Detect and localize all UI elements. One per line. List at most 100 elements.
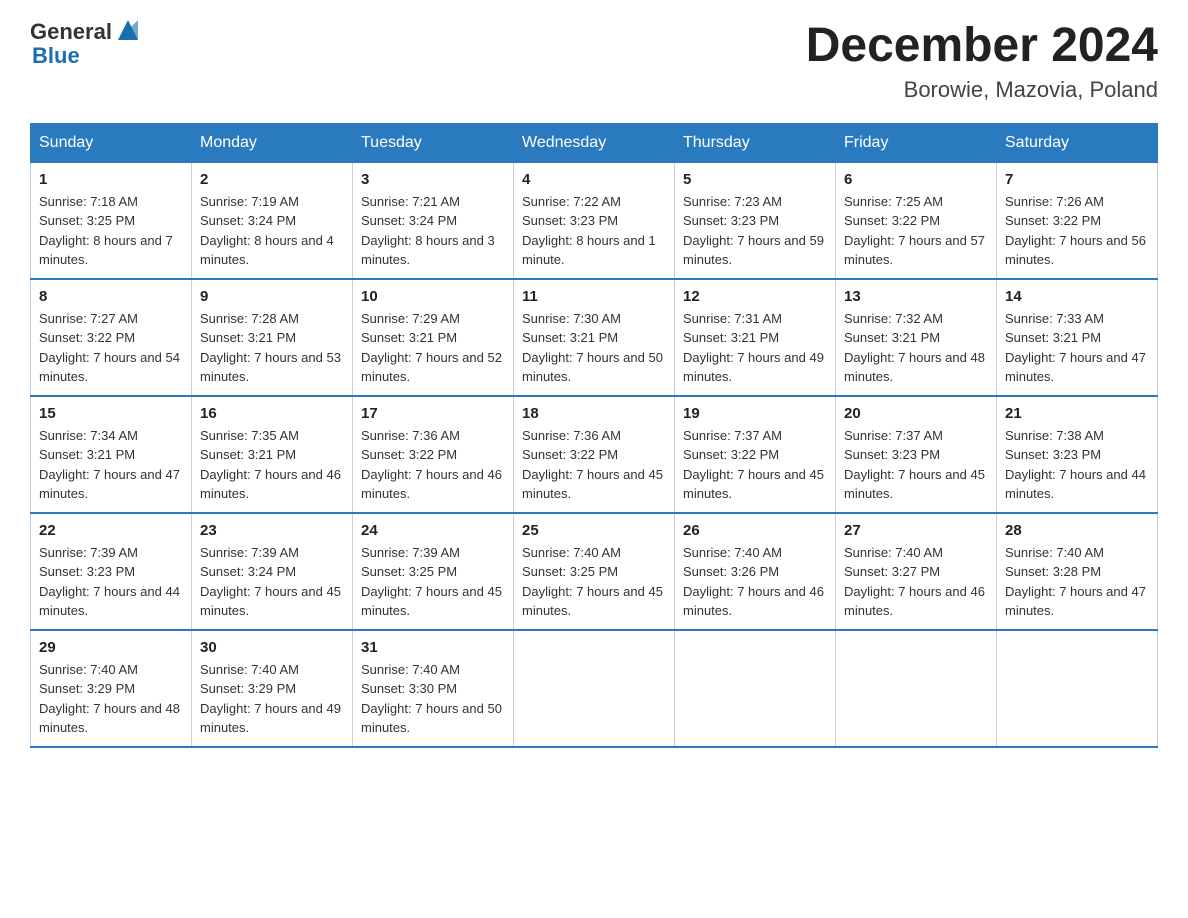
day-number: 12 [683, 288, 827, 305]
day-info: Sunrise: 7:39 AMSunset: 3:24 PMDaylight:… [200, 545, 341, 619]
table-row: 11 Sunrise: 7:30 AMSunset: 3:21 PMDaylig… [514, 279, 675, 396]
logo-text: General Blue [30, 20, 142, 68]
day-info: Sunrise: 7:26 AMSunset: 3:22 PMDaylight:… [1005, 194, 1146, 268]
day-number: 7 [1005, 171, 1149, 188]
table-row: 25 Sunrise: 7:40 AMSunset: 3:25 PMDaylig… [514, 513, 675, 630]
month-title: December 2024 [806, 20, 1158, 73]
day-number: 1 [39, 171, 183, 188]
table-row: 16 Sunrise: 7:35 AMSunset: 3:21 PMDaylig… [192, 396, 353, 513]
table-row: 29 Sunrise: 7:40 AMSunset: 3:29 PMDaylig… [31, 630, 192, 747]
day-info: Sunrise: 7:22 AMSunset: 3:23 PMDaylight:… [522, 194, 656, 268]
day-info: Sunrise: 7:30 AMSunset: 3:21 PMDaylight:… [522, 311, 663, 385]
day-number: 3 [361, 171, 505, 188]
table-row: 10 Sunrise: 7:29 AMSunset: 3:21 PMDaylig… [353, 279, 514, 396]
table-row [514, 630, 675, 747]
day-info: Sunrise: 7:31 AMSunset: 3:21 PMDaylight:… [683, 311, 824, 385]
day-number: 23 [200, 522, 344, 539]
day-info: Sunrise: 7:40 AMSunset: 3:28 PMDaylight:… [1005, 545, 1146, 619]
calendar-week-row: 15 Sunrise: 7:34 AMSunset: 3:21 PMDaylig… [31, 396, 1158, 513]
table-row: 4 Sunrise: 7:22 AMSunset: 3:23 PMDayligh… [514, 162, 675, 279]
day-info: Sunrise: 7:40 AMSunset: 3:25 PMDaylight:… [522, 545, 663, 619]
table-row: 13 Sunrise: 7:32 AMSunset: 3:21 PMDaylig… [836, 279, 997, 396]
page-header: General Blue December 2024 Borowie, Mazo… [30, 20, 1158, 103]
day-info: Sunrise: 7:33 AMSunset: 3:21 PMDaylight:… [1005, 311, 1146, 385]
day-number: 20 [844, 405, 988, 422]
day-info: Sunrise: 7:40 AMSunset: 3:30 PMDaylight:… [361, 662, 502, 736]
day-info: Sunrise: 7:29 AMSunset: 3:21 PMDaylight:… [361, 311, 502, 385]
day-info: Sunrise: 7:27 AMSunset: 3:22 PMDaylight:… [39, 311, 180, 385]
day-number: 4 [522, 171, 666, 188]
day-number: 30 [200, 639, 344, 656]
table-row: 24 Sunrise: 7:39 AMSunset: 3:25 PMDaylig… [353, 513, 514, 630]
table-row: 2 Sunrise: 7:19 AMSunset: 3:24 PMDayligh… [192, 162, 353, 279]
day-number: 16 [200, 405, 344, 422]
day-number: 25 [522, 522, 666, 539]
table-row: 3 Sunrise: 7:21 AMSunset: 3:24 PMDayligh… [353, 162, 514, 279]
header-wednesday: Wednesday [514, 123, 675, 162]
day-number: 15 [39, 405, 183, 422]
day-info: Sunrise: 7:39 AMSunset: 3:25 PMDaylight:… [361, 545, 502, 619]
day-number: 11 [522, 288, 666, 305]
table-row: 28 Sunrise: 7:40 AMSunset: 3:28 PMDaylig… [997, 513, 1158, 630]
table-row: 7 Sunrise: 7:26 AMSunset: 3:22 PMDayligh… [997, 162, 1158, 279]
table-row: 1 Sunrise: 7:18 AMSunset: 3:25 PMDayligh… [31, 162, 192, 279]
logo-general: General [30, 20, 112, 44]
header-sunday: Sunday [31, 123, 192, 162]
calendar-header-row: Sunday Monday Tuesday Wednesday Thursday… [31, 123, 1158, 162]
table-row: 17 Sunrise: 7:36 AMSunset: 3:22 PMDaylig… [353, 396, 514, 513]
day-number: 14 [1005, 288, 1149, 305]
header-friday: Friday [836, 123, 997, 162]
day-info: Sunrise: 7:34 AMSunset: 3:21 PMDaylight:… [39, 428, 180, 502]
table-row: 26 Sunrise: 7:40 AMSunset: 3:26 PMDaylig… [675, 513, 836, 630]
day-info: Sunrise: 7:36 AMSunset: 3:22 PMDaylight:… [361, 428, 502, 502]
calendar-week-row: 1 Sunrise: 7:18 AMSunset: 3:25 PMDayligh… [31, 162, 1158, 279]
table-row: 5 Sunrise: 7:23 AMSunset: 3:23 PMDayligh… [675, 162, 836, 279]
header-thursday: Thursday [675, 123, 836, 162]
table-row: 8 Sunrise: 7:27 AMSunset: 3:22 PMDayligh… [31, 279, 192, 396]
logo-blue: Blue [32, 44, 80, 68]
table-row: 31 Sunrise: 7:40 AMSunset: 3:30 PMDaylig… [353, 630, 514, 747]
day-info: Sunrise: 7:37 AMSunset: 3:22 PMDaylight:… [683, 428, 824, 502]
day-info: Sunrise: 7:25 AMSunset: 3:22 PMDaylight:… [844, 194, 985, 268]
table-row: 18 Sunrise: 7:36 AMSunset: 3:22 PMDaylig… [514, 396, 675, 513]
day-number: 24 [361, 522, 505, 539]
calendar-week-row: 8 Sunrise: 7:27 AMSunset: 3:22 PMDayligh… [31, 279, 1158, 396]
day-number: 5 [683, 171, 827, 188]
day-info: Sunrise: 7:39 AMSunset: 3:23 PMDaylight:… [39, 545, 180, 619]
day-number: 6 [844, 171, 988, 188]
day-info: Sunrise: 7:28 AMSunset: 3:21 PMDaylight:… [200, 311, 341, 385]
day-number: 9 [200, 288, 344, 305]
table-row: 9 Sunrise: 7:28 AMSunset: 3:21 PMDayligh… [192, 279, 353, 396]
calendar-week-row: 22 Sunrise: 7:39 AMSunset: 3:23 PMDaylig… [31, 513, 1158, 630]
calendar-week-row: 29 Sunrise: 7:40 AMSunset: 3:29 PMDaylig… [31, 630, 1158, 747]
logo-icon [114, 16, 142, 44]
day-number: 21 [1005, 405, 1149, 422]
day-info: Sunrise: 7:21 AMSunset: 3:24 PMDaylight:… [361, 194, 495, 268]
day-number: 28 [1005, 522, 1149, 539]
table-row: 15 Sunrise: 7:34 AMSunset: 3:21 PMDaylig… [31, 396, 192, 513]
table-row: 27 Sunrise: 7:40 AMSunset: 3:27 PMDaylig… [836, 513, 997, 630]
day-number: 13 [844, 288, 988, 305]
table-row: 12 Sunrise: 7:31 AMSunset: 3:21 PMDaylig… [675, 279, 836, 396]
day-info: Sunrise: 7:35 AMSunset: 3:21 PMDaylight:… [200, 428, 341, 502]
day-number: 19 [683, 405, 827, 422]
header-tuesday: Tuesday [353, 123, 514, 162]
location-title: Borowie, Mazovia, Poland [806, 77, 1158, 103]
day-number: 22 [39, 522, 183, 539]
day-info: Sunrise: 7:40 AMSunset: 3:29 PMDaylight:… [200, 662, 341, 736]
day-number: 29 [39, 639, 183, 656]
day-number: 18 [522, 405, 666, 422]
table-row [675, 630, 836, 747]
table-row: 22 Sunrise: 7:39 AMSunset: 3:23 PMDaylig… [31, 513, 192, 630]
day-info: Sunrise: 7:23 AMSunset: 3:23 PMDaylight:… [683, 194, 824, 268]
day-info: Sunrise: 7:36 AMSunset: 3:22 PMDaylight:… [522, 428, 663, 502]
table-row [997, 630, 1158, 747]
table-row: 21 Sunrise: 7:38 AMSunset: 3:23 PMDaylig… [997, 396, 1158, 513]
day-number: 26 [683, 522, 827, 539]
calendar-table: Sunday Monday Tuesday Wednesday Thursday… [30, 123, 1158, 748]
table-row: 20 Sunrise: 7:37 AMSunset: 3:23 PMDaylig… [836, 396, 997, 513]
day-number: 10 [361, 288, 505, 305]
day-info: Sunrise: 7:32 AMSunset: 3:21 PMDaylight:… [844, 311, 985, 385]
header-saturday: Saturday [997, 123, 1158, 162]
day-number: 2 [200, 171, 344, 188]
